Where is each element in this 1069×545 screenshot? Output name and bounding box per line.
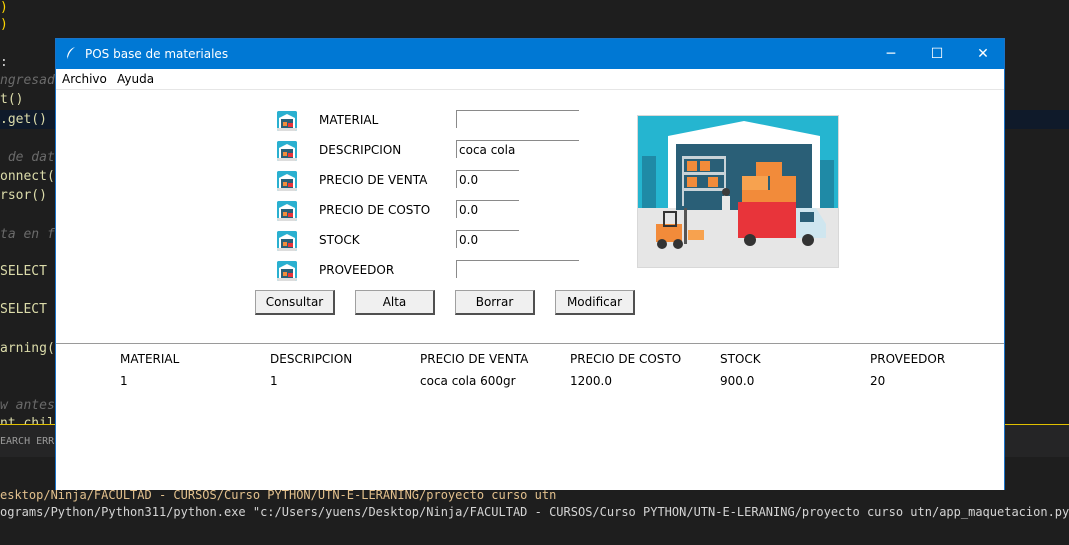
precio-venta-input[interactable]	[456, 170, 519, 188]
table-cell: 900.0	[720, 374, 755, 388]
column-header-material[interactable]: MATERIAL	[120, 352, 179, 366]
close-button[interactable]: ✕	[960, 39, 1006, 69]
code-line: .get()	[0, 112, 47, 127]
feather-icon	[65, 46, 79, 60]
app-window: POS base de materiales ─ ☐ ✕ Archivo Ayu…	[55, 38, 1005, 490]
terminal-line-cwd: esktop/Ninja/FACULTAD - CURSOS/Curso PYT…	[0, 488, 557, 502]
materials-table[interactable]: MATERIAL DESCRIPCION PRECIO DE VENTA PRE…	[56, 343, 1004, 490]
stock-input[interactable]	[456, 230, 519, 248]
menu-bar: Archivo Ayuda	[56, 69, 1004, 90]
table-cell: 1200.0	[570, 374, 612, 388]
column-header-proveedor[interactable]: PROVEEDOR	[870, 352, 945, 366]
borrar-button[interactable]: Borrar	[455, 290, 535, 315]
code-line: ngresado	[0, 73, 63, 88]
warehouse-illustration	[637, 115, 839, 268]
label-material: MATERIAL	[319, 113, 379, 127]
label-stock: STOCK	[319, 233, 360, 247]
code-line: arning(	[0, 341, 55, 356]
column-header-precio-venta[interactable]: PRECIO DE VENTA	[420, 352, 528, 366]
warehouse-icon	[277, 171, 297, 191]
precio-costo-input[interactable]	[456, 200, 519, 218]
minimize-button[interactable]: ─	[868, 39, 914, 69]
warehouse-icon	[277, 231, 297, 251]
code-line: SELECT	[0, 302, 55, 317]
menu-archivo[interactable]: Archivo	[62, 72, 107, 86]
code-line: :	[0, 55, 8, 70]
label-precio-venta: PRECIO DE VENTA	[319, 173, 428, 187]
panel-tab-search-errors[interactable]: EARCH ERR	[0, 436, 54, 447]
column-header-precio-costo[interactable]: PRECIO DE COSTO	[570, 352, 681, 366]
title-bar[interactable]: POS base de materiales ─ ☐ ✕	[56, 39, 1004, 69]
warehouse-icon	[277, 141, 297, 161]
table-cell: coca cola 600gr	[420, 374, 516, 388]
table-cell: 1	[120, 374, 128, 388]
code-line: w antes	[0, 398, 55, 413]
code-line: rsor()	[0, 188, 47, 203]
code-line: ta en fi	[0, 227, 63, 242]
modificar-button[interactable]: Modificar	[555, 290, 635, 315]
material-input[interactable]	[456, 110, 579, 128]
code-line: t()	[0, 92, 24, 107]
warehouse-icon	[277, 111, 297, 131]
table-cell: 20	[870, 374, 886, 388]
maximize-button[interactable]: ☐	[914, 39, 960, 69]
code-line: )	[0, 0, 8, 15]
terminal-line-command: ograms/Python/Python311/python.exe "c:/U…	[0, 505, 1069, 519]
column-header-descripcion[interactable]: DESCRIPCION	[270, 352, 352, 366]
label-precio-costo: PRECIO DE COSTO	[319, 203, 431, 217]
window-title: POS base de materiales	[85, 47, 229, 61]
warehouse-icon	[277, 201, 297, 221]
code-line: onnect(	[0, 169, 55, 184]
column-header-stock[interactable]: STOCK	[720, 352, 761, 366]
code-line: SELECT	[0, 264, 55, 279]
menu-ayuda[interactable]: Ayuda	[117, 72, 154, 86]
warehouse-icon	[277, 261, 297, 281]
label-descripcion: DESCRIPCION	[319, 143, 402, 157]
proveedor-input[interactable]	[456, 260, 579, 278]
code-line: )	[0, 17, 8, 32]
label-proveedor: PROVEEDOR	[319, 263, 395, 277]
descripcion-input[interactable]	[456, 140, 579, 158]
table-cell: 1	[270, 374, 278, 388]
consultar-button[interactable]: Consultar	[255, 290, 335, 315]
code-line: de dato	[0, 150, 63, 165]
alta-button[interactable]: Alta	[355, 290, 435, 315]
